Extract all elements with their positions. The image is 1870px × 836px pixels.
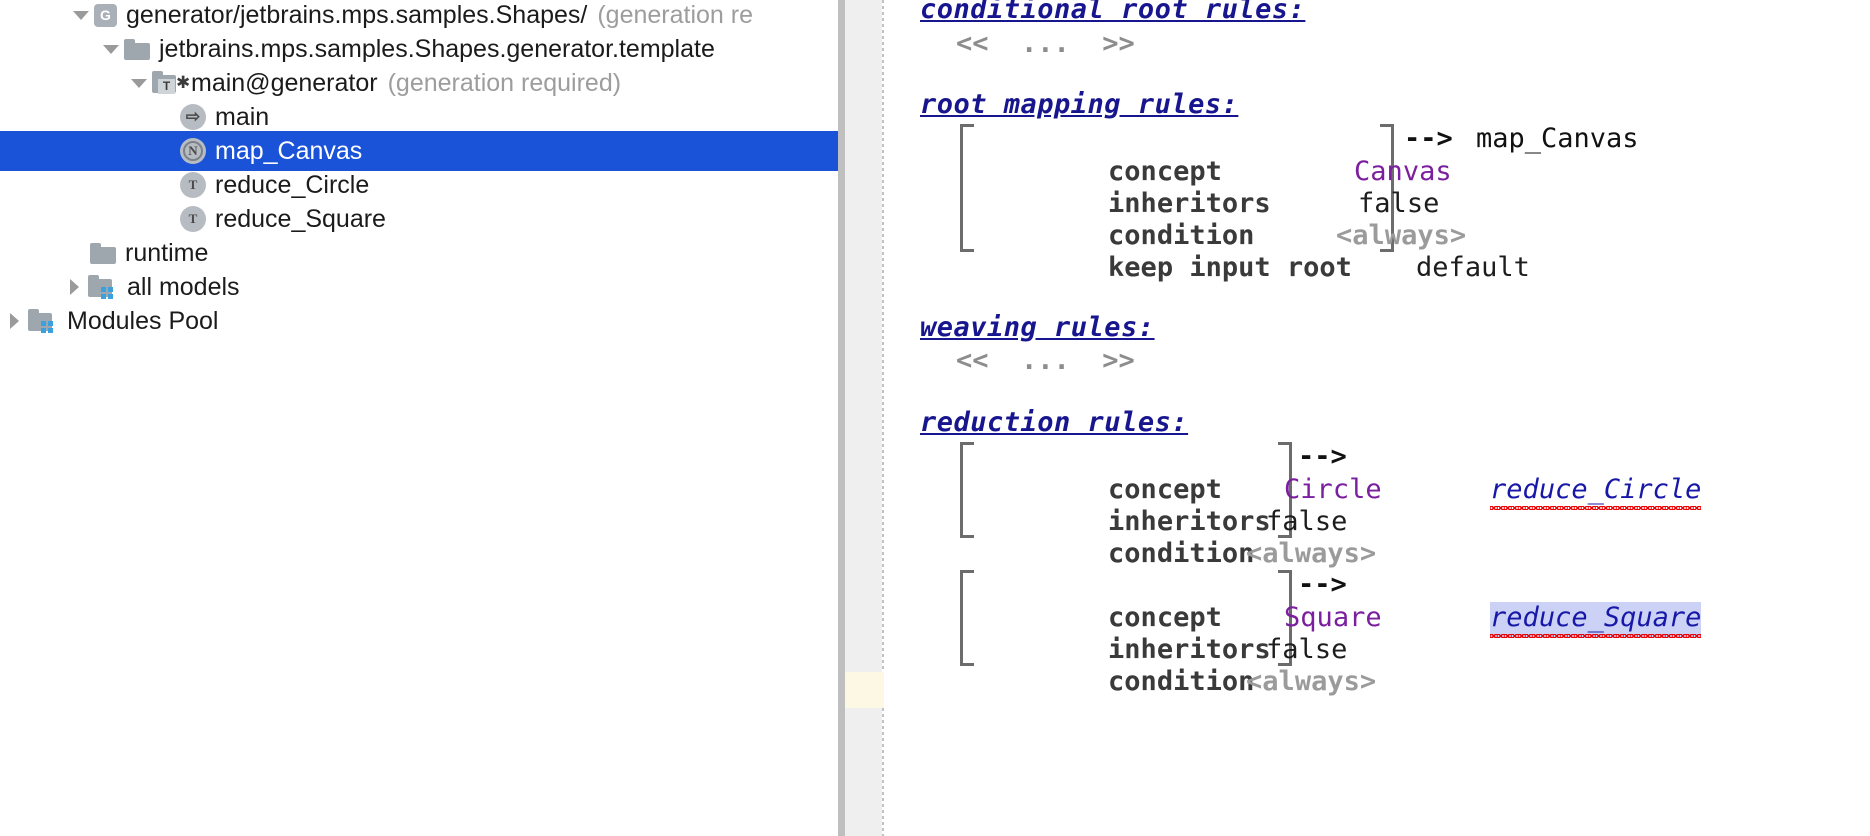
- generator-icon: G: [94, 3, 117, 27]
- reduction-square-arrow: -->: [1298, 569, 1347, 600]
- tree-vertical-scrollbar[interactable]: [838, 0, 845, 836]
- generator-editor-panel[interactable]: conditional root rules: << ... >> root m…: [845, 0, 1870, 836]
- reduction-square-target[interactable]: reduce_Square: [1360, 568, 1702, 667]
- template-model-icon: T ✱: [152, 71, 190, 95]
- mapping-config-arrow-icon: ⇨: [180, 104, 206, 130]
- models-folder-icon: [28, 309, 58, 333]
- models-folder-icon: [88, 275, 118, 299]
- root-mapping-arrow: -->: [1404, 123, 1453, 154]
- tree-row-label: Modules Pool: [67, 307, 219, 335]
- rule-bracket-left: [960, 570, 974, 666]
- node-n-icon: N: [180, 138, 206, 164]
- modified-asterisk-icon: ✱: [176, 73, 191, 92]
- editor-gutter[interactable]: [845, 0, 882, 836]
- rule-bracket-left: [960, 442, 974, 538]
- rule-bracket-left: [960, 124, 974, 252]
- section-weaving-rules[interactable]: weaving rules:: [920, 311, 1155, 344]
- folder-icon: [124, 38, 150, 60]
- folder-icon: [90, 242, 116, 264]
- root-mapping-target[interactable]: map_Canvas: [1476, 122, 1639, 155]
- weaving-rules-empty[interactable]: << ... >>: [956, 344, 1135, 377]
- reduction-circle-arrow: -->: [1298, 441, 1347, 472]
- section-conditional-root-rules[interactable]: conditional root rules:: [920, 0, 1305, 26]
- reduction-circle-target[interactable]: reduce_Circle: [1360, 440, 1702, 539]
- section-root-mapping-rules[interactable]: root mapping rules:: [920, 88, 1238, 121]
- chevron-right-icon[interactable]: [2, 301, 28, 341]
- section-reduction-rules[interactable]: reduction rules:: [920, 406, 1188, 439]
- node-t-icon: T: [180, 206, 206, 232]
- project-tree-panel[interactable]: G generator/jetbrains.mps.samples.Shapes…: [0, 0, 838, 836]
- root-mapping-keep-input-root-value[interactable]: default: [1286, 218, 1530, 317]
- mps-generator-window: G generator/jetbrains.mps.samples.Shapes…: [0, 0, 1870, 836]
- reduction-square-condition-value[interactable]: <always>: [1116, 632, 1376, 731]
- tree-row-modules-pool[interactable]: Modules Pool: [0, 301, 838, 341]
- conditional-root-rules-empty[interactable]: << ... >>: [956, 27, 1135, 60]
- template-model-letter: T: [158, 79, 175, 94]
- editor-code-area[interactable]: conditional root rules: << ... >> root m…: [884, 0, 1870, 836]
- node-t-icon: T: [180, 172, 206, 198]
